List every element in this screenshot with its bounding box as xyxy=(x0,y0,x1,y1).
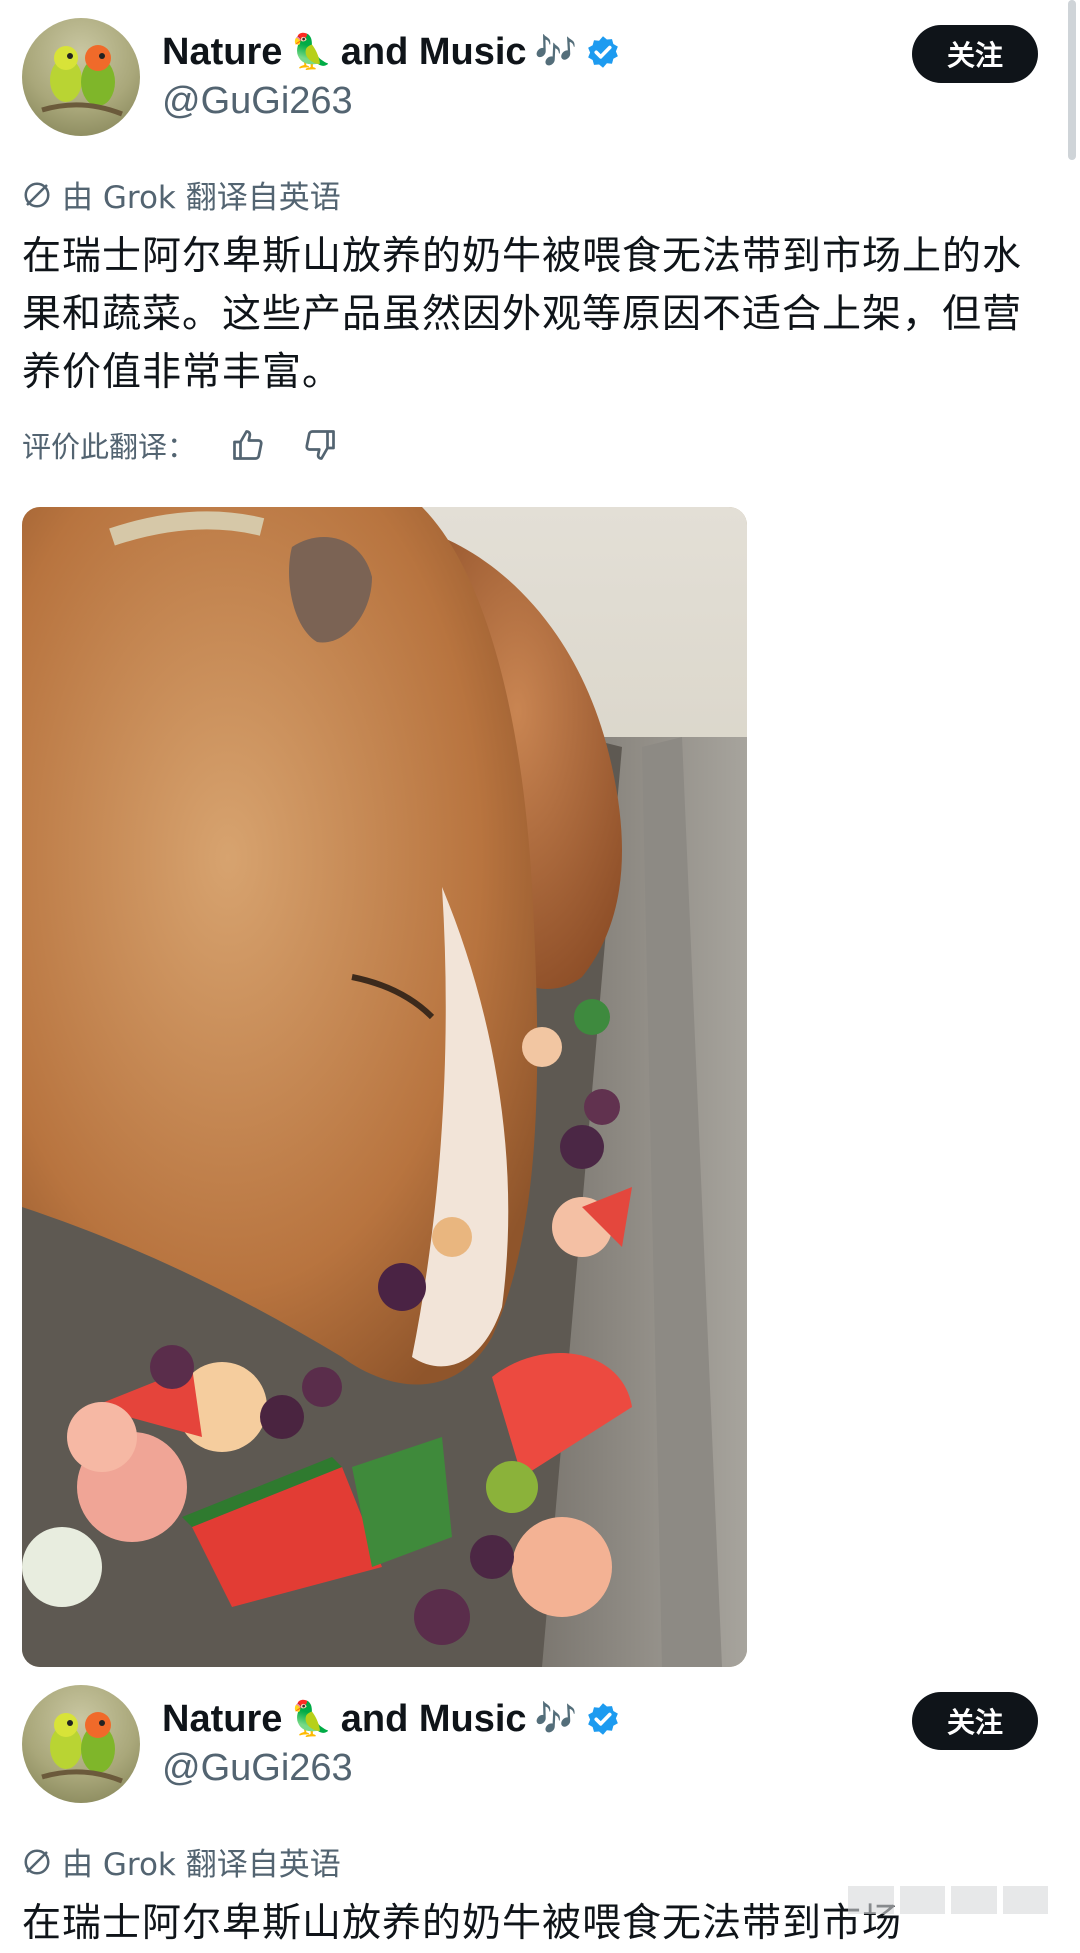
translate-icon xyxy=(24,1849,50,1874)
thumbs-down-icon[interactable] xyxy=(300,425,340,465)
music-notes-icon: 🎶 xyxy=(534,32,577,72)
verified-badge-icon xyxy=(588,36,618,68)
author-handle[interactable]: @GuGi263 xyxy=(162,80,353,123)
author-row: Nature 🦜 and Music 🎶 xyxy=(162,1691,621,1747)
tweet-text: 在瑞士阿尔卑斯山放养的奶牛被喂食无法带到市场上的水果和蔬菜。这些产品虽然因外观等… xyxy=(22,234,1023,395)
author-handle[interactable]: @GuGi263 xyxy=(162,1747,353,1790)
rate-translation-row: 评价此翻译： xyxy=(22,424,340,466)
translation-notice: 由 Grok 翻译自英语 xyxy=(22,1839,341,1884)
cows-eating-fruit-image xyxy=(22,507,747,1667)
grok-translation-label[interactable]: 由 Grok 翻译自英语 xyxy=(62,172,341,217)
verified-badge-icon xyxy=(588,1703,618,1735)
tweet-video-thumbnail[interactable] xyxy=(22,507,747,1667)
grok-translation-label[interactable]: 由 Grok 翻译自英语 xyxy=(62,1839,341,1884)
author-name-suffix[interactable]: and Music xyxy=(341,31,527,74)
rate-translation-label: 评价此翻译： xyxy=(22,430,197,464)
avatar[interactable] xyxy=(22,18,140,136)
author-name-suffix[interactable]: and Music xyxy=(341,1698,527,1741)
author-row: Nature 🦜 and Music 🎶 xyxy=(162,24,621,80)
translation-notice: 由 Grok 翻译自英语 xyxy=(22,172,341,217)
follow-button[interactable]: 关注 xyxy=(912,1692,1038,1750)
author-name[interactable]: Nature xyxy=(162,1698,282,1741)
watermark xyxy=(848,1886,1048,1916)
avatar[interactable] xyxy=(22,1685,140,1803)
follow-button[interactable]: 关注 xyxy=(912,25,1038,83)
music-notes-icon: 🎶 xyxy=(534,1699,577,1739)
scrollbar[interactable] xyxy=(1068,0,1076,160)
thumbs-up-icon[interactable] xyxy=(228,425,268,465)
translate-icon xyxy=(24,182,50,207)
author-name[interactable]: Nature xyxy=(162,31,282,74)
parrot-icon: 🦜 xyxy=(290,1699,333,1739)
parrot-icon: 🦜 xyxy=(290,32,333,72)
